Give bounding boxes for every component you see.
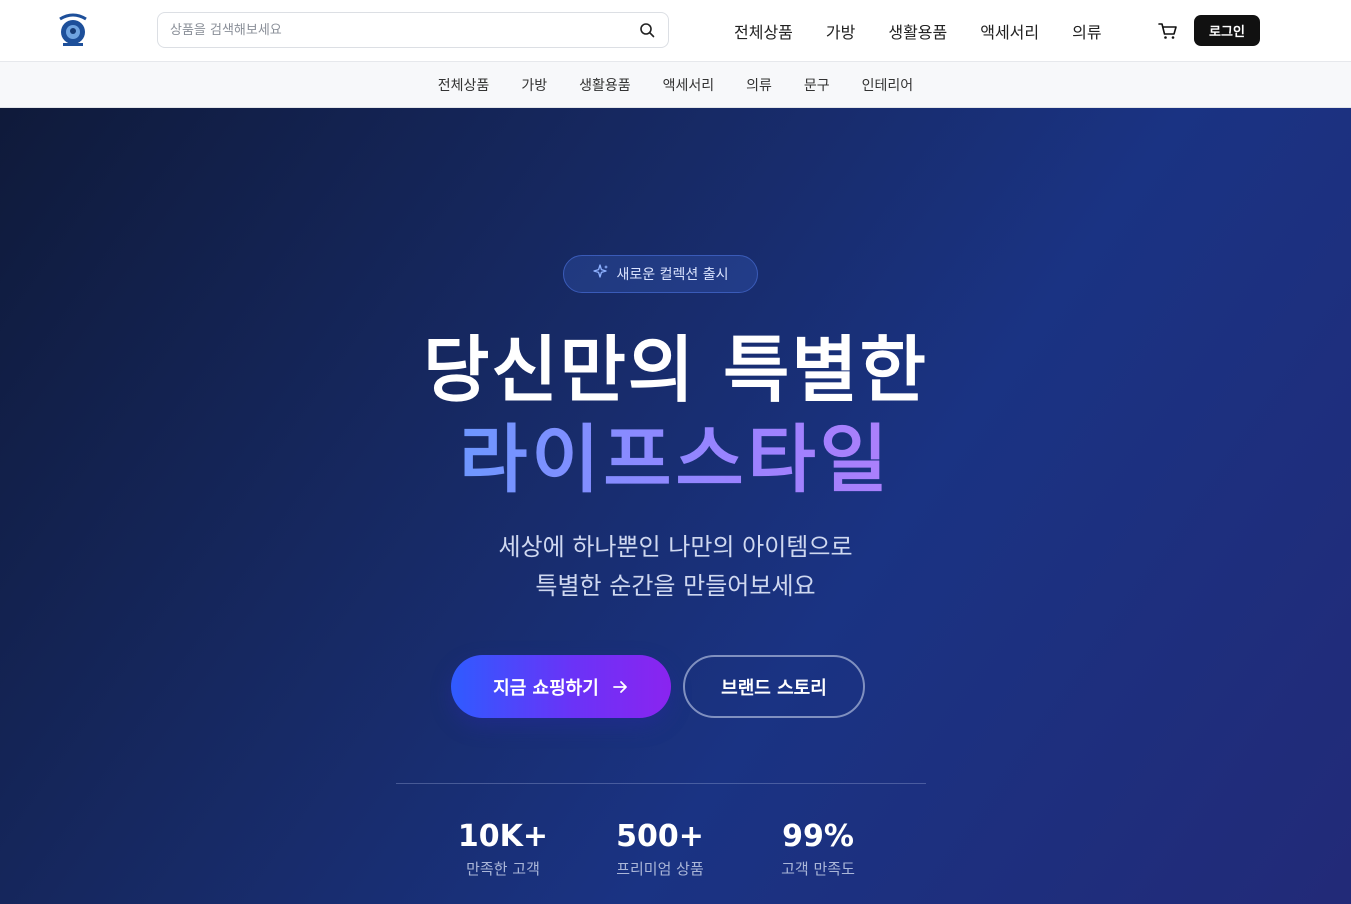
nav-bags[interactable]: 가방 [826,19,855,43]
logo-icon [59,13,87,46]
nav-accessories[interactable]: 액세서리 [980,19,1039,43]
shop-now-button[interactable]: 지금 쇼핑하기 [451,655,671,718]
hero-headline-gradient: 라이프스타일 [0,418,1351,502]
hero-headline: 당신만의 특별한 [423,328,928,412]
stat-label: 고객 만족도 [781,860,855,878]
search-input[interactable] [170,22,638,38]
arrow-right-icon [612,680,627,693]
search-box[interactable] [157,12,669,48]
brand-story-button[interactable]: 브랜드 스토리 [683,655,865,718]
stat-value: 99% [782,819,854,854]
category-living[interactable]: 생활용품 [579,75,631,95]
stats-divider [396,783,926,784]
stat-label: 만족한 고객 [466,860,540,878]
nav-living[interactable]: 생활용품 [888,19,947,43]
stat-products: 500+ 프리미엄 상품 [600,818,720,879]
category-interior[interactable]: 인테리어 [862,75,914,95]
brand-logo[interactable] [56,12,90,48]
nav-clothing[interactable]: 의류 [1072,19,1101,43]
stat-label: 프리미엄 상품 [616,860,704,878]
category-bags[interactable]: 가방 [521,75,547,95]
hero-section: 새로운 컬렉션 출시 당신만의 특별한 라이프스타일 세상에 하나뿐인 나만의 … [0,108,1351,904]
category-accessories[interactable]: 액세서리 [663,75,715,95]
category-bar: 전체상품 가방 생활용품 액세서리 의류 문구 인테리어 [0,62,1351,108]
shop-now-label: 지금 쇼핑하기 [493,677,599,699]
sparkle-icon [592,264,609,284]
category-stationery[interactable]: 문구 [804,75,830,95]
top-header: 전체상품 가방 생활용품 액세서리 의류 로그인 [0,0,1351,62]
main-nav: 전체상품 가방 생활용품 액세서리 의류 [734,0,1135,62]
category-clothing[interactable]: 의류 [746,75,772,95]
nav-all-products[interactable]: 전체상품 [734,19,793,43]
hero-subtitle: 세상에 하나뿐인 나만의 아이템으로 특별한 순간을 만들어보세요 [0,528,1351,606]
cart-icon[interactable] [1157,20,1179,42]
stat-value: 10K+ [457,819,549,854]
stat-value: 500+ [616,819,704,854]
new-collection-badge: 새로운 컬렉션 출시 [563,255,758,293]
login-button[interactable]: 로그인 [1194,15,1260,46]
stat-customers: 10K+ 만족한 고객 [446,818,560,879]
badge-text: 새로운 컬렉션 출시 [616,267,729,283]
subtitle-line-2: 특별한 순간을 만들어보세요 [535,572,816,600]
search-icon[interactable] [638,21,656,39]
subtitle-line-1: 세상에 하나뿐인 나만의 아이템으로 [498,533,853,561]
stat-satisfaction: 99% 고객 만족도 [760,818,876,879]
category-all-products[interactable]: 전체상품 [438,75,490,95]
